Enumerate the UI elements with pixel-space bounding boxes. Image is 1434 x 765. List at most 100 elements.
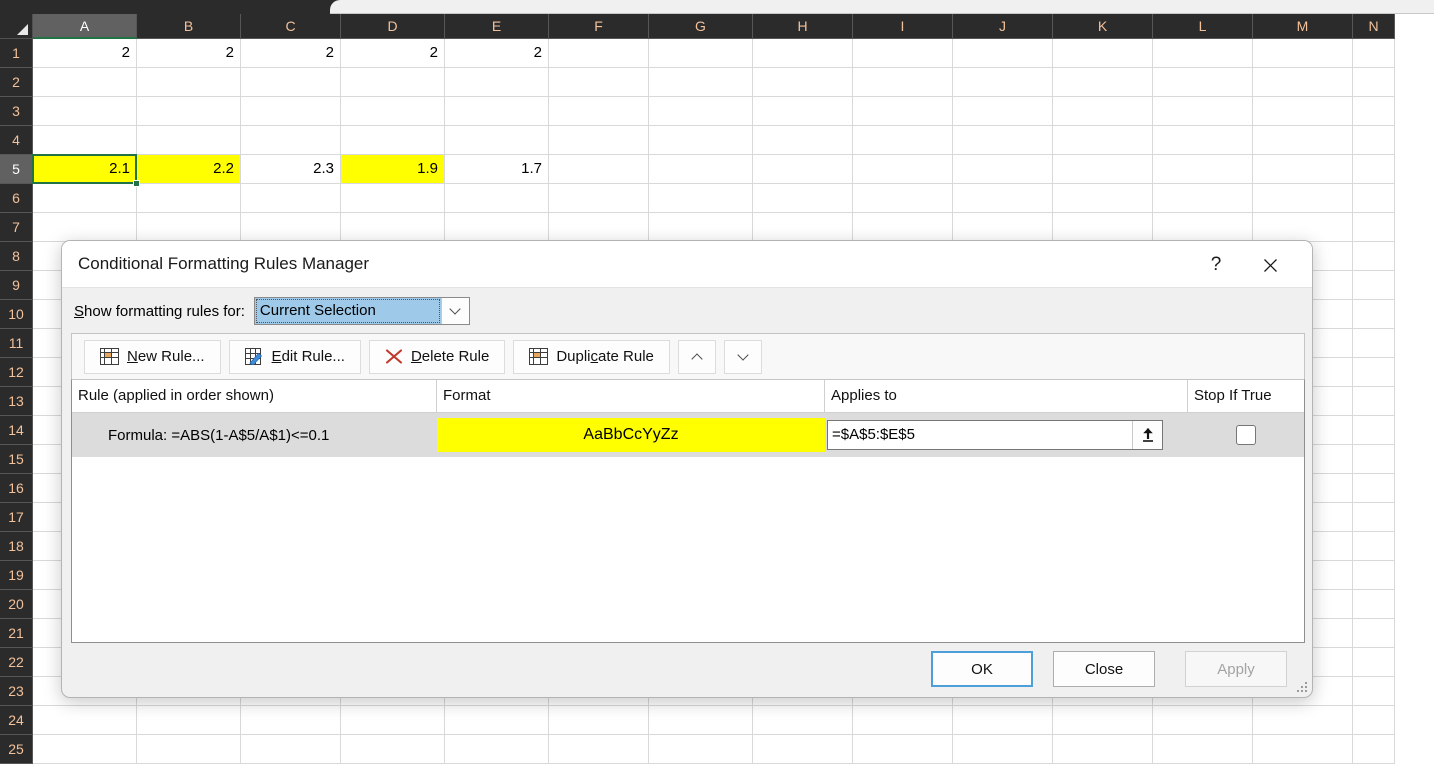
row-header-20[interactable]: 20 bbox=[0, 590, 33, 619]
delete-rule-button[interactable]: Delete Rule bbox=[368, 339, 506, 374]
stop-if-true-checkbox[interactable] bbox=[1236, 425, 1256, 445]
cell-M2[interactable] bbox=[1253, 68, 1353, 97]
cell-N17[interactable] bbox=[1353, 503, 1395, 532]
chevron-down-icon[interactable] bbox=[440, 298, 469, 324]
cell-B24[interactable] bbox=[137, 706, 241, 735]
dialog-title-bar[interactable]: Conditional Formatting Rules Manager ? bbox=[62, 241, 1312, 288]
cell-N16[interactable] bbox=[1353, 474, 1395, 503]
cell-H24[interactable] bbox=[753, 706, 853, 735]
table-row[interactable]: Formula: =ABS(1-A$5/A$1)<=0.1 AaBbCcYyZz… bbox=[72, 413, 1304, 457]
cell-N11[interactable] bbox=[1353, 329, 1395, 358]
cell-K2[interactable] bbox=[1053, 68, 1153, 97]
cell-C5[interactable]: 2.3 bbox=[241, 155, 341, 184]
row-header-14[interactable]: 14 bbox=[0, 416, 33, 445]
cell-N23[interactable] bbox=[1353, 677, 1395, 706]
help-icon[interactable]: ? bbox=[1194, 249, 1238, 281]
cell-F4[interactable] bbox=[549, 126, 649, 155]
cell-N20[interactable] bbox=[1353, 590, 1395, 619]
apply-button[interactable]: Apply bbox=[1185, 651, 1287, 687]
cell-A4[interactable] bbox=[33, 126, 137, 155]
cell-M3[interactable] bbox=[1253, 97, 1353, 126]
cell-J6[interactable] bbox=[953, 184, 1053, 213]
cell-E2[interactable] bbox=[445, 68, 549, 97]
grid-row-2[interactable] bbox=[33, 68, 1395, 97]
row-header-12[interactable]: 12 bbox=[0, 358, 33, 387]
cell-E5[interactable]: 1.7 bbox=[445, 155, 549, 184]
cell-G5[interactable] bbox=[649, 155, 753, 184]
cell-K24[interactable] bbox=[1053, 706, 1153, 735]
cell-K7[interactable] bbox=[1053, 213, 1153, 242]
grid-row-25[interactable] bbox=[33, 735, 1395, 764]
cell-B25[interactable] bbox=[137, 735, 241, 764]
select-all-corner-button[interactable] bbox=[0, 14, 33, 39]
grid-row-5[interactable]: 2.1 2.2 2.3 1.9 1.7 bbox=[33, 155, 1395, 184]
cell-C2[interactable] bbox=[241, 68, 341, 97]
cell-N13[interactable] bbox=[1353, 387, 1395, 416]
cell-B3[interactable] bbox=[137, 97, 241, 126]
cell-D2[interactable] bbox=[341, 68, 445, 97]
cell-N1[interactable] bbox=[1353, 39, 1395, 68]
close-icon[interactable] bbox=[1248, 249, 1292, 281]
cell-N7[interactable] bbox=[1353, 213, 1395, 242]
cell-F24[interactable] bbox=[549, 706, 649, 735]
grid-row-3[interactable] bbox=[33, 97, 1395, 126]
rule-cell-description[interactable]: Formula: =ABS(1-A$5/A$1)<=0.1 bbox=[72, 413, 437, 457]
cell-N18[interactable] bbox=[1353, 532, 1395, 561]
rules-toolbar[interactable]: New Rule... Edit Rule... Delete Rule Dup… bbox=[71, 333, 1305, 379]
rules-list-panel[interactable]: Rule (applied in order shown) Format Appli… bbox=[71, 379, 1305, 643]
column-header-D[interactable]: D bbox=[341, 14, 445, 39]
column-header-A[interactable]: A bbox=[33, 14, 137, 39]
edit-rule-button[interactable]: Edit Rule... bbox=[228, 339, 361, 374]
cell-J1[interactable] bbox=[953, 39, 1053, 68]
cell-D25[interactable] bbox=[341, 735, 445, 764]
rule-cell-format[interactable]: AaBbCcYyZz bbox=[437, 413, 825, 457]
grid-row-6[interactable] bbox=[33, 184, 1395, 213]
cell-N19[interactable] bbox=[1353, 561, 1395, 590]
cell-B7[interactable] bbox=[137, 213, 241, 242]
row-header-21[interactable]: 21 bbox=[0, 619, 33, 648]
cell-B5[interactable]: 2.2 bbox=[137, 155, 241, 184]
close-button[interactable]: Close bbox=[1053, 651, 1155, 687]
cell-F1[interactable] bbox=[549, 39, 649, 68]
cell-G4[interactable] bbox=[649, 126, 753, 155]
row-header-13[interactable]: 13 bbox=[0, 387, 33, 416]
cell-I1[interactable] bbox=[853, 39, 953, 68]
cell-N21[interactable] bbox=[1353, 619, 1395, 648]
cell-L5[interactable] bbox=[1153, 155, 1253, 184]
grid-row-1[interactable]: 22222 bbox=[33, 39, 1395, 68]
cell-E1[interactable]: 2 bbox=[445, 39, 549, 68]
column-header-K[interactable]: K bbox=[1053, 14, 1153, 39]
cell-H1[interactable] bbox=[753, 39, 853, 68]
cell-H3[interactable] bbox=[753, 97, 853, 126]
cell-J25[interactable] bbox=[953, 735, 1053, 764]
row-header-1[interactable]: 1 bbox=[0, 39, 33, 68]
cell-L7[interactable] bbox=[1153, 213, 1253, 242]
cell-N5[interactable] bbox=[1353, 155, 1395, 184]
duplicate-rule-button[interactable]: Duplicate Rule bbox=[513, 339, 670, 374]
cell-A2[interactable] bbox=[33, 68, 137, 97]
cell-N25[interactable] bbox=[1353, 735, 1395, 764]
cell-H2[interactable] bbox=[753, 68, 853, 97]
column-header-I[interactable]: I bbox=[853, 14, 953, 39]
grid-row-7[interactable] bbox=[33, 213, 1395, 242]
column-header-J[interactable]: J bbox=[953, 14, 1053, 39]
resize-grip-icon[interactable] bbox=[1295, 680, 1308, 693]
cell-C7[interactable] bbox=[241, 213, 341, 242]
applies-to-input-group[interactable]: =$A$5:$E$5 bbox=[827, 420, 1163, 450]
cell-D24[interactable] bbox=[341, 706, 445, 735]
cell-E6[interactable] bbox=[445, 184, 549, 213]
row-header-15[interactable]: 15 bbox=[0, 445, 33, 474]
cell-N9[interactable] bbox=[1353, 271, 1395, 300]
cell-D5[interactable]: 1.9 bbox=[341, 155, 445, 184]
cell-I7[interactable] bbox=[853, 213, 953, 242]
cell-K4[interactable] bbox=[1053, 126, 1153, 155]
cell-B4[interactable] bbox=[137, 126, 241, 155]
cell-I6[interactable] bbox=[853, 184, 953, 213]
cell-G7[interactable] bbox=[649, 213, 753, 242]
cell-D6[interactable] bbox=[341, 184, 445, 213]
row-header-4[interactable]: 4 bbox=[0, 126, 33, 155]
cell-E25[interactable] bbox=[445, 735, 549, 764]
column-header-F[interactable]: F bbox=[549, 14, 649, 39]
collapse-dialog-arrow-icon[interactable] bbox=[1132, 421, 1162, 449]
cell-C25[interactable] bbox=[241, 735, 341, 764]
